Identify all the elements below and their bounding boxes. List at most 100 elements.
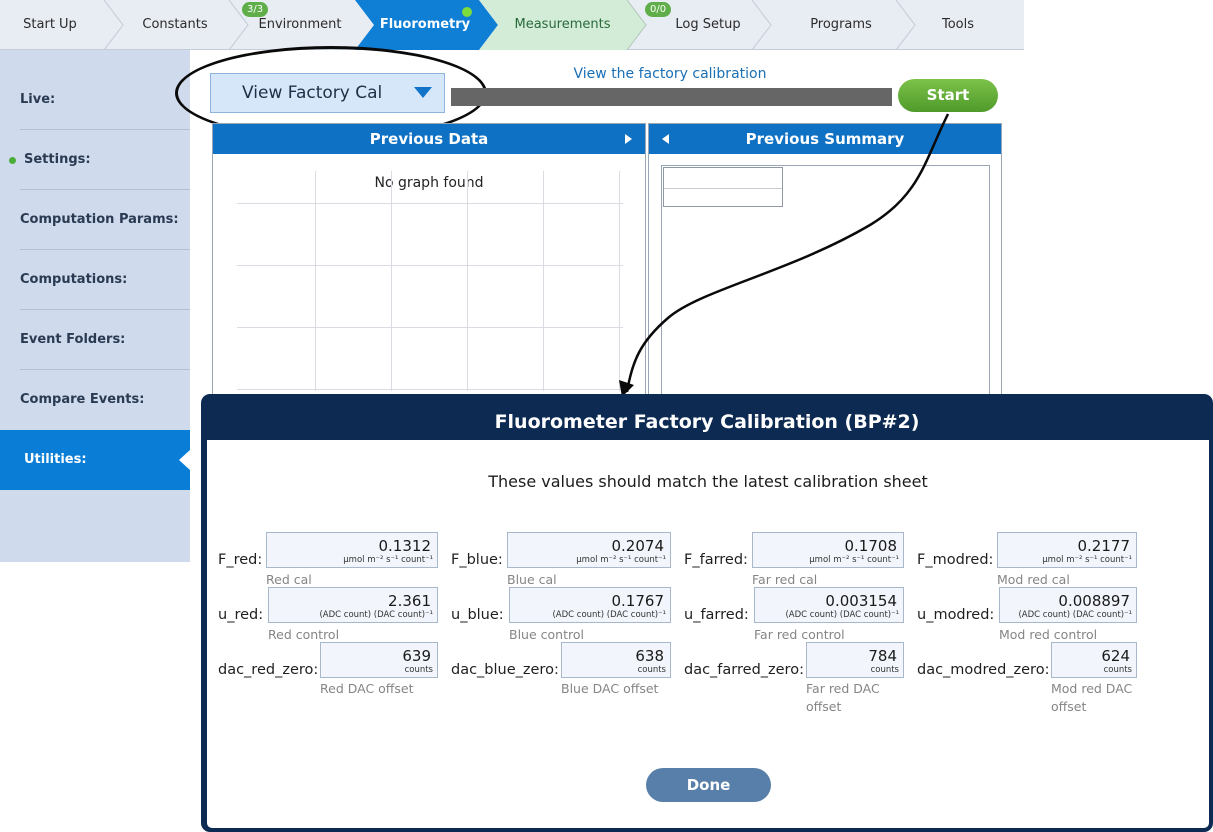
dac-farred-zero-field[interactable]: 784 counts (806, 642, 904, 678)
previous-data-header: Previous Data (213, 124, 645, 154)
u-farred-field[interactable]: 0.003154 (ADC count) (DAC count)⁻¹ (754, 587, 904, 623)
active-indicator-notch (179, 450, 190, 470)
chevron-left-icon[interactable] (662, 134, 669, 144)
summary-table (661, 165, 990, 405)
chevron-right-icon[interactable] (625, 134, 632, 144)
u-blue-label: u_blue: (451, 607, 504, 623)
field-value: 0.008897 (1058, 592, 1130, 610)
dialog-body: These values should match the latest cal… (207, 440, 1209, 828)
sidebar-item-utilities[interactable]: Utilities: (0, 430, 190, 490)
sidebar-item-label: Computations: (20, 272, 128, 287)
field-unit: (ADC count) (DAC count)⁻¹ (785, 610, 899, 620)
sidebar-item-label: Settings: (24, 152, 91, 167)
field-value: 784 (868, 647, 897, 665)
field-unit: μmol m⁻² s⁻¹ count⁻¹ (343, 555, 433, 565)
dac-modred-zero-caption: Mod red DAC offset (1051, 681, 1133, 714)
dac-farred-zero-label: dac_farred_zero: (684, 662, 804, 678)
fluorometry-status-dot (462, 7, 472, 17)
sidebar-item-live[interactable]: Live: (0, 70, 190, 130)
graph-gridline (237, 265, 623, 266)
u-farred-label: u_farred: (684, 607, 749, 623)
dialog-subtitle: These values should match the latest cal… (488, 472, 928, 491)
tab-constants[interactable]: Constants (125, 0, 225, 50)
dac-farred-zero-caption: Far red DAC offset (806, 681, 880, 714)
graph-gridline (237, 203, 623, 204)
dac-red-zero-label: dac_red_zero: (218, 662, 319, 678)
field-value: 0.2177 (1077, 537, 1131, 555)
field-unit: μmol m⁻² s⁻¹ count⁻¹ (809, 555, 899, 565)
field-value: 0.1767 (611, 592, 665, 610)
summary-cell-divider (664, 188, 782, 189)
sidebar-item-label: Event Folders: (20, 332, 126, 347)
field-unit: (ADC count) (DAC count)⁻¹ (319, 610, 433, 620)
sidebar-item-event-folders[interactable]: Event Folders: (0, 310, 190, 370)
graph-gridline (543, 171, 544, 391)
summary-cell (663, 167, 783, 207)
field-value: 2.361 (388, 592, 431, 610)
sidebar-item-label: Live: (20, 92, 56, 107)
u-modred-field[interactable]: 0.008897 (ADC count) (DAC count)⁻¹ (999, 587, 1137, 623)
dac-blue-zero-field[interactable]: 638 counts (561, 642, 671, 678)
previous-summary-header: Previous Summary (649, 124, 1001, 154)
sidebar-item-compare-events[interactable]: Compare Events: (0, 370, 190, 430)
start-button[interactable]: Start (898, 79, 998, 112)
sidebar-item-computations[interactable]: Computations: (0, 250, 190, 310)
field-unit: μmol m⁻² s⁻¹ count⁻¹ (576, 555, 666, 565)
sidebar-item-label: Computation Params: (20, 212, 179, 227)
graph-gridline (619, 171, 620, 391)
settings-status-dot (9, 157, 16, 164)
u-red-label: u_red: (218, 607, 264, 623)
previous-summary-panel: Previous Summary (648, 123, 1002, 405)
tab-tools[interactable]: Tools (915, 0, 1001, 50)
progress-bar (451, 88, 892, 106)
u-blue-field[interactable]: 0.1767 (ADC count) (DAC count)⁻¹ (509, 587, 671, 623)
f-modred-field[interactable]: 0.2177 μmol m⁻² s⁻¹ count⁻¹ (997, 532, 1137, 568)
f-farred-label: F_farred: (684, 552, 748, 568)
f-blue-label: F_blue: (451, 552, 503, 568)
field-unit: counts (1103, 665, 1132, 675)
tab-programs[interactable]: Programs (780, 0, 902, 50)
field-unit: (ADC count) (DAC count)⁻¹ (552, 610, 666, 620)
field-unit: counts (404, 665, 433, 675)
graph-gridline (315, 171, 316, 391)
app-root: Start Up Constants Environment 3/3 Fluor… (0, 0, 1213, 832)
sidebar-item-settings[interactable]: Settings: (0, 130, 190, 190)
f-farred-field[interactable]: 0.1708 μmol m⁻² s⁻¹ count⁻¹ (752, 532, 904, 568)
u-red-field[interactable]: 2.361 (ADC count) (DAC count)⁻¹ (268, 587, 438, 623)
f-blue-field[interactable]: 0.2074 μmol m⁻² s⁻¹ count⁻¹ (507, 532, 671, 568)
environment-count-badge: 3/3 (242, 2, 269, 17)
tab-log-setup[interactable]: Log Setup (648, 0, 768, 50)
field-value: 0.003154 (825, 592, 897, 610)
tab-fluorometry[interactable]: Fluorometry (375, 0, 475, 50)
sidebar-item-label: Compare Events: (20, 392, 145, 407)
tab-start-up[interactable]: Start Up (0, 0, 100, 50)
factory-calibration-dialog: Fluorometer Factory Calibration (BP#2) T… (201, 394, 1213, 832)
sidebar-item-computation-params[interactable]: Computation Params: (0, 190, 190, 250)
f-modred-label: F_modred: (917, 552, 994, 568)
graph-gridline (237, 327, 623, 328)
graph-gridline (467, 171, 468, 391)
dac-blue-zero-label: dac_blue_zero: (451, 662, 559, 678)
field-value: 639 (402, 647, 431, 665)
action-hint-text: View the factory calibration (573, 66, 767, 82)
done-button[interactable]: Done (646, 768, 771, 802)
field-value: 638 (635, 647, 664, 665)
no-graph-message: No graph found (374, 175, 484, 191)
field-value: 624 (1101, 647, 1130, 665)
field-unit: counts (870, 665, 899, 675)
tab-measurements[interactable]: Measurements (500, 0, 625, 50)
sidebar: Live: Settings: Computation Params: Comp… (0, 50, 190, 562)
field-unit: μmol m⁻² s⁻¹ count⁻¹ (1042, 555, 1132, 565)
previous-data-panel: Previous Data No graph found (212, 123, 646, 403)
dac-modred-zero-field[interactable]: 624 counts (1051, 642, 1137, 678)
f-red-label: F_red: (218, 552, 263, 568)
field-value: 0.2074 (611, 537, 665, 555)
top-tab-bar: Start Up Constants Environment 3/3 Fluor… (0, 0, 1024, 50)
field-value: 0.1708 (844, 537, 898, 555)
dac-blue-zero-caption: Blue DAC offset (561, 681, 659, 696)
sidebar-item-label: Utilities: (24, 452, 87, 467)
field-unit: counts (637, 665, 666, 675)
f-red-field[interactable]: 0.1312 μmol m⁻² s⁻¹ count⁻¹ (266, 532, 438, 568)
dac-red-zero-field[interactable]: 639 counts (320, 642, 438, 678)
graph-gridline (391, 171, 392, 391)
